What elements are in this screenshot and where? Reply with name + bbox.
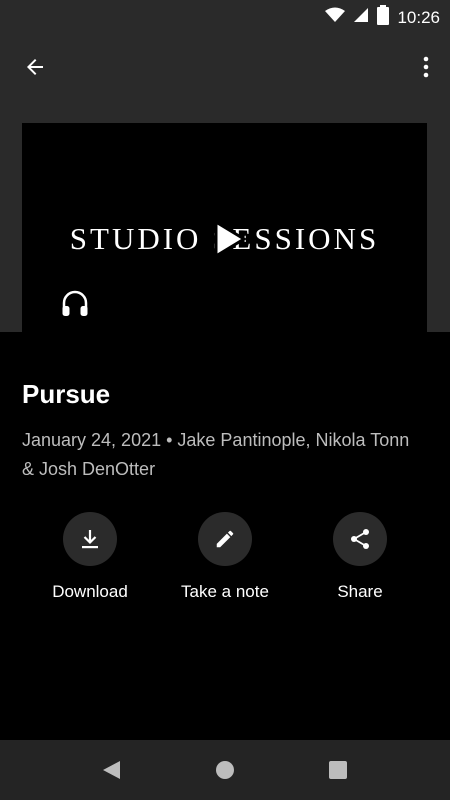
status-time: 10:26 bbox=[397, 7, 440, 27]
share-button[interactable]: Share bbox=[290, 512, 430, 602]
nav-home-button[interactable] bbox=[213, 758, 237, 782]
system-nav-bar bbox=[0, 740, 450, 800]
nav-recents-icon bbox=[329, 761, 347, 779]
download-icon bbox=[82, 530, 98, 549]
share-icon bbox=[351, 529, 369, 549]
share-label: Share bbox=[337, 582, 383, 601]
nav-back-button[interactable] bbox=[100, 758, 124, 782]
pencil-icon bbox=[216, 530, 234, 548]
episode-details: Pursue January 24, 2021 • Jake Pantinopl… bbox=[0, 332, 450, 740]
episode-title: Pursue bbox=[22, 379, 111, 409]
episode-meta: January 24, 2021 • Jake Pantinople, Niko… bbox=[22, 430, 410, 479]
take-note-circle bbox=[198, 512, 252, 566]
nav-back-icon bbox=[103, 761, 120, 779]
nav-recents-button[interactable] bbox=[326, 758, 350, 782]
take-note-button[interactable]: Take a note bbox=[155, 512, 295, 602]
more-options-button[interactable] bbox=[414, 50, 438, 84]
download-circle bbox=[63, 512, 117, 566]
headphones-icon bbox=[59, 287, 91, 319]
status-bar: 10:26 bbox=[0, 0, 450, 32]
download-label: Download bbox=[52, 582, 128, 601]
download-button[interactable]: Download bbox=[20, 512, 160, 602]
nav-home-icon bbox=[216, 761, 234, 779]
wifi-icon bbox=[325, 7, 346, 28]
share-circle bbox=[333, 512, 387, 566]
battery-icon bbox=[377, 5, 390, 30]
take-note-label: Take a note bbox=[181, 582, 269, 601]
episode-artwork[interactable]: STUDIO SESSIONS bbox=[22, 123, 427, 332]
status-icons: 10:26 bbox=[325, 5, 440, 30]
back-button[interactable] bbox=[18, 50, 52, 84]
signal-icon bbox=[353, 7, 369, 28]
back-arrow-icon bbox=[27, 59, 43, 75]
play-icon bbox=[214, 219, 247, 259]
more-vert-icon bbox=[423, 56, 429, 78]
play-button[interactable] bbox=[210, 219, 250, 259]
